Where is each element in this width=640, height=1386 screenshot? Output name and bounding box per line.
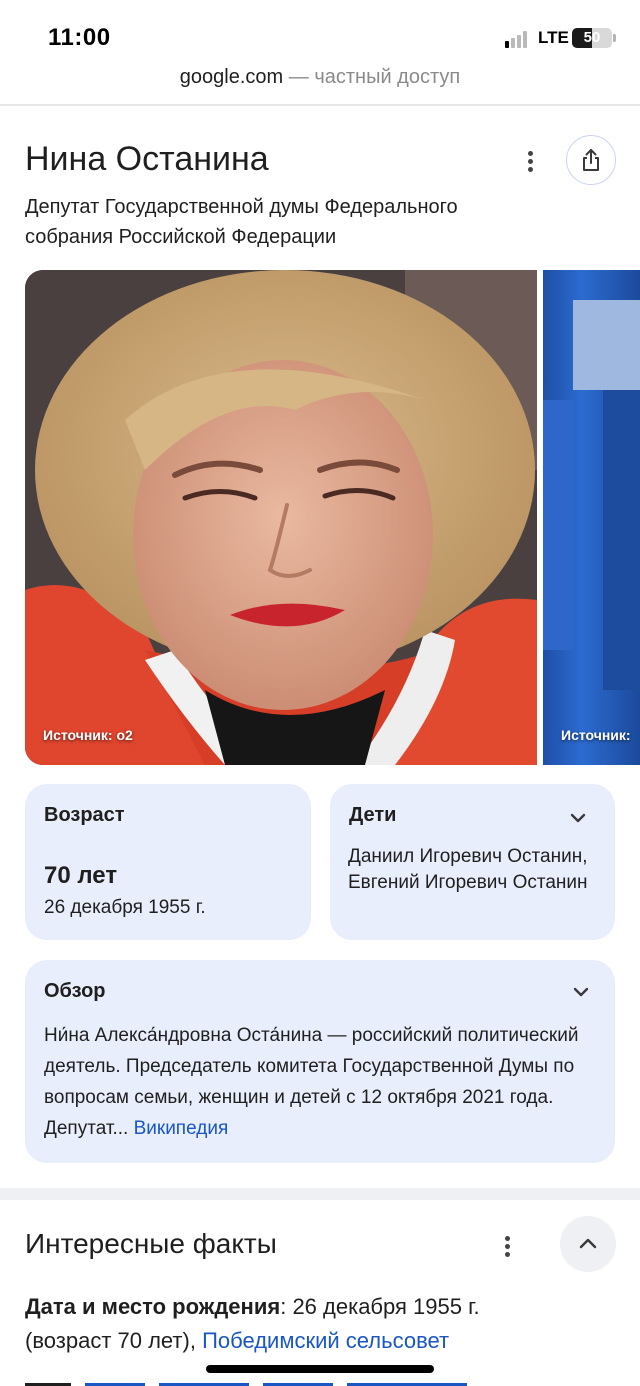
children-card[interactable]: Дети Даниил Игоревич Останин, Евгений Иг… (330, 784, 615, 940)
birth-fact-line-2: (возраст 70 лет), Победимский сельсовет (25, 1324, 625, 1358)
birth-fact-date: 26 декабря 1955 г. (292, 1294, 480, 1319)
overview-card-label: Обзор (44, 980, 106, 1002)
battery-tip (613, 34, 616, 42)
chevron-down-icon[interactable] (568, 808, 588, 828)
birth-fact-line-1: Дата и место рождения: 26 декабря 1955 г… (25, 1290, 625, 1324)
url-bar[interactable]: google.com — частный доступ (0, 66, 640, 89)
url-separator: — (283, 66, 315, 88)
age-card[interactable]: Возраст 70 лет 26 декабря 1955 г. (25, 784, 311, 940)
secondary-photo (543, 300, 640, 690)
entity-title: Нина Останина (25, 140, 269, 178)
private-mode-label: частный доступ (314, 66, 461, 88)
home-indicator[interactable] (206, 1365, 434, 1373)
network-type: LTE (538, 28, 569, 47)
age-card-label: Возраст (44, 804, 125, 826)
battery-level: 50 (583, 29, 601, 46)
chevron-down-icon[interactable] (571, 982, 591, 1002)
more-options-icon[interactable] (516, 146, 544, 178)
entity-photo-secondary[interactable]: Источник: (543, 270, 640, 765)
birth-fact-age: (возраст 70 лет), (25, 1328, 203, 1353)
children-names: Даниил Игоревич Останин, Евгений Игореви… (348, 846, 588, 893)
facts-title: Интересные факты (25, 1228, 277, 1259)
url-divider (0, 104, 640, 106)
share-button[interactable] (566, 135, 616, 185)
overview-ellipsis: ... (112, 1118, 129, 1139)
birth-place-link[interactable]: Победимский сельсовет (202, 1328, 449, 1353)
image-source-caption: Источник: o2 (43, 727, 133, 743)
overview-text: Ни́на Алекса́ндровна Оста́нина — российс… (44, 1020, 604, 1144)
image-source-caption-secondary: Источник: (561, 727, 631, 743)
entity-photo[interactable]: Источник: o2 (25, 270, 537, 765)
collapse-button[interactable] (560, 1216, 616, 1272)
truncated-next-line (25, 1378, 515, 1386)
signal-strength-icon (505, 30, 531, 48)
facts-more-options-icon[interactable] (493, 1232, 521, 1262)
chevron-up-icon (579, 1238, 597, 1249)
wikipedia-link[interactable]: Википедия (134, 1118, 229, 1139)
section-divider (0, 1188, 640, 1200)
share-icon (583, 149, 599, 171)
entity-subtitle: Депутат Государственной думы Федеральног… (25, 196, 458, 248)
url-domain: google.com (179, 66, 284, 88)
portrait-photo (25, 270, 537, 765)
overview-card[interactable]: Обзор Ни́на Алекса́ндровна Оста́нина — р… (25, 960, 615, 1163)
children-card-label: Дети (349, 804, 397, 826)
status-time: 11:00 (48, 24, 111, 51)
birth-colon: : (280, 1294, 293, 1319)
birth-label: Дата и место рождения (25, 1294, 281, 1319)
age-value: 70 лет (44, 862, 118, 889)
battery-icon: 50 (572, 28, 612, 48)
birth-date: 26 декабря 1955 г. (44, 897, 206, 918)
status-bar: 11:00 LTE 50 (0, 0, 640, 62)
